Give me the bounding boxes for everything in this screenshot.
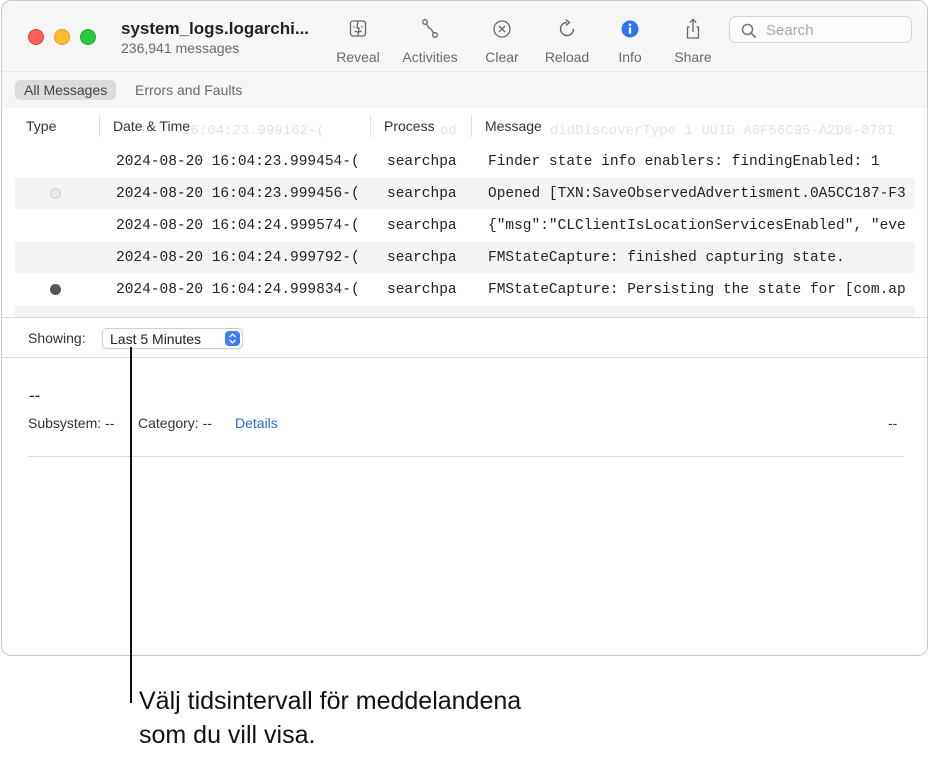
activities-button[interactable]: Activities — [396, 17, 464, 69]
zoom-window-button[interactable] — [80, 29, 96, 45]
ghost-row-process: od — [440, 123, 457, 139]
row-message: FMStateCapture: Persisting the state for… — [488, 282, 906, 298]
scope-all-messages[interactable]: All Messages — [15, 80, 117, 100]
detail-divider — [28, 456, 904, 457]
row-process: searchpa: — [387, 250, 460, 266]
message-table: 2024-08-20 16:04:23.999454-( searchpa: F… — [2, 146, 927, 318]
row-process: searchpa: — [387, 282, 460, 298]
reload-icon — [559, 18, 575, 37]
table-row[interactable]: 2024-08-20 16:04:23.999454-( searchpa: F… — [15, 146, 915, 177]
row-message: Opened [TXN:SaveObservedAdvertisment.0A5… — [488, 186, 906, 202]
time-range-value: Last 5 Minutes — [110, 331, 202, 347]
reload-label: Reload — [544, 49, 590, 65]
row-message: FMStateCapture: finished capturing state… — [488, 250, 845, 266]
search-icon — [741, 23, 757, 39]
reveal-label: Reveal — [336, 49, 380, 65]
callout-line — [130, 347, 132, 703]
share-label: Share — [674, 49, 712, 65]
console-window: system_logs.logarchi... 236,941 messages… — [1, 0, 928, 656]
clear-label: Clear — [485, 49, 519, 65]
row-message: Finder state info enablers: findingEnabl… — [488, 154, 880, 170]
reload-button[interactable]: Reload — [541, 17, 593, 69]
share-icon — [686, 18, 700, 39]
column-message[interactable]: Message — [485, 118, 542, 134]
info-icon — [621, 20, 639, 38]
detail-title: -- — [29, 386, 41, 405]
column-process[interactable]: Process — [384, 118, 435, 134]
row-message: {"msg":"CLClientIsLocationServicesEnable… — [488, 218, 906, 234]
row-process: searchpa: — [387, 218, 460, 234]
details-link[interactable]: Details — [235, 415, 278, 431]
ghost-row-datetime: 16:04:23.999162-( — [182, 123, 325, 139]
info-label: Info — [618, 49, 642, 65]
scope-bar: All Messages Errors and Faults — [2, 71, 927, 109]
row-datetime: 2024-08-20 16:04:24.999792-( — [116, 250, 360, 266]
row-process: searchpa: — [387, 154, 460, 170]
reveal-button[interactable]: Reveal — [333, 17, 383, 69]
activities-icon — [422, 19, 438, 38]
clear-button[interactable]: Clear — [481, 17, 523, 69]
row-datetime: 2024-08-20 16:04:24.999834-( — [116, 282, 360, 298]
column-date-time[interactable]: Date & Time — [113, 118, 190, 134]
callout-line-1: Välj tidsintervall för meddelandena — [139, 687, 522, 715]
row-datetime: 2024-08-20 16:04:23.999454-( — [116, 154, 360, 170]
detail-category: Category: -- — [138, 415, 212, 431]
chevron-up-down-icon — [225, 331, 240, 346]
info-button[interactable]: Info — [611, 17, 649, 69]
row-datetime: 2024-08-20 16:04:24.999574-( — [116, 218, 360, 234]
title-bar: system_logs.logarchi... 236,941 messages… — [2, 1, 927, 71]
row-process: searchpa: — [387, 186, 460, 202]
minimize-window-button[interactable] — [54, 29, 70, 45]
showing-label: Showing: — [28, 330, 86, 346]
ghost-row-message: didDiscoverType 1 UUID A6F56C95-A2D8-078… — [550, 123, 895, 139]
column-divider[interactable] — [99, 115, 100, 137]
activities-label: Activities — [402, 49, 458, 65]
column-type[interactable]: Type — [26, 118, 56, 134]
row-datetime: 2024-08-20 16:04:23.999456-( — [116, 186, 360, 202]
table-header: 16:04:23.999162-( od didDiscoverType 1 U… — [2, 108, 927, 144]
callout-line-2: som du vill visa. — [139, 721, 316, 749]
callout-text: Välj tidsintervall för meddelandena som … — [139, 684, 521, 752]
column-divider[interactable] — [471, 115, 472, 137]
table-row[interactable]: 2024-08-20 16:04:24.999834-( searchpa: F… — [15, 274, 915, 305]
column-divider[interactable] — [370, 115, 371, 137]
divider — [2, 357, 927, 358]
time-range-popup[interactable]: Last 5 Minutes — [102, 328, 243, 349]
search-placeholder: Search — [766, 22, 814, 39]
message-count: 236,941 messages — [121, 40, 240, 56]
share-button[interactable]: Share — [670, 17, 716, 69]
divider — [2, 317, 927, 318]
scope-errors-and-faults[interactable]: Errors and Faults — [126, 80, 251, 100]
table-row[interactable]: 2024-08-20 16:04:23.999456-( searchpa: O… — [15, 178, 915, 209]
finder-icon — [349, 20, 367, 37]
detail-subsystem: Subsystem: -- — [28, 415, 115, 431]
table-row[interactable]: 2024-08-20 16:04:24.999792-( searchpa: F… — [15, 242, 915, 273]
detail-right-value: -- — [888, 415, 898, 431]
table-row[interactable]: 2024-08-20 16:04:24.999574-( searchpa: {… — [15, 210, 915, 241]
search-field[interactable]: Search — [729, 16, 912, 43]
default-type-icon — [50, 188, 61, 199]
notice-type-icon — [50, 284, 61, 295]
close-window-button[interactable] — [28, 29, 44, 45]
clear-icon — [493, 20, 511, 38]
document-title: system_logs.logarchi... — [121, 19, 310, 38]
